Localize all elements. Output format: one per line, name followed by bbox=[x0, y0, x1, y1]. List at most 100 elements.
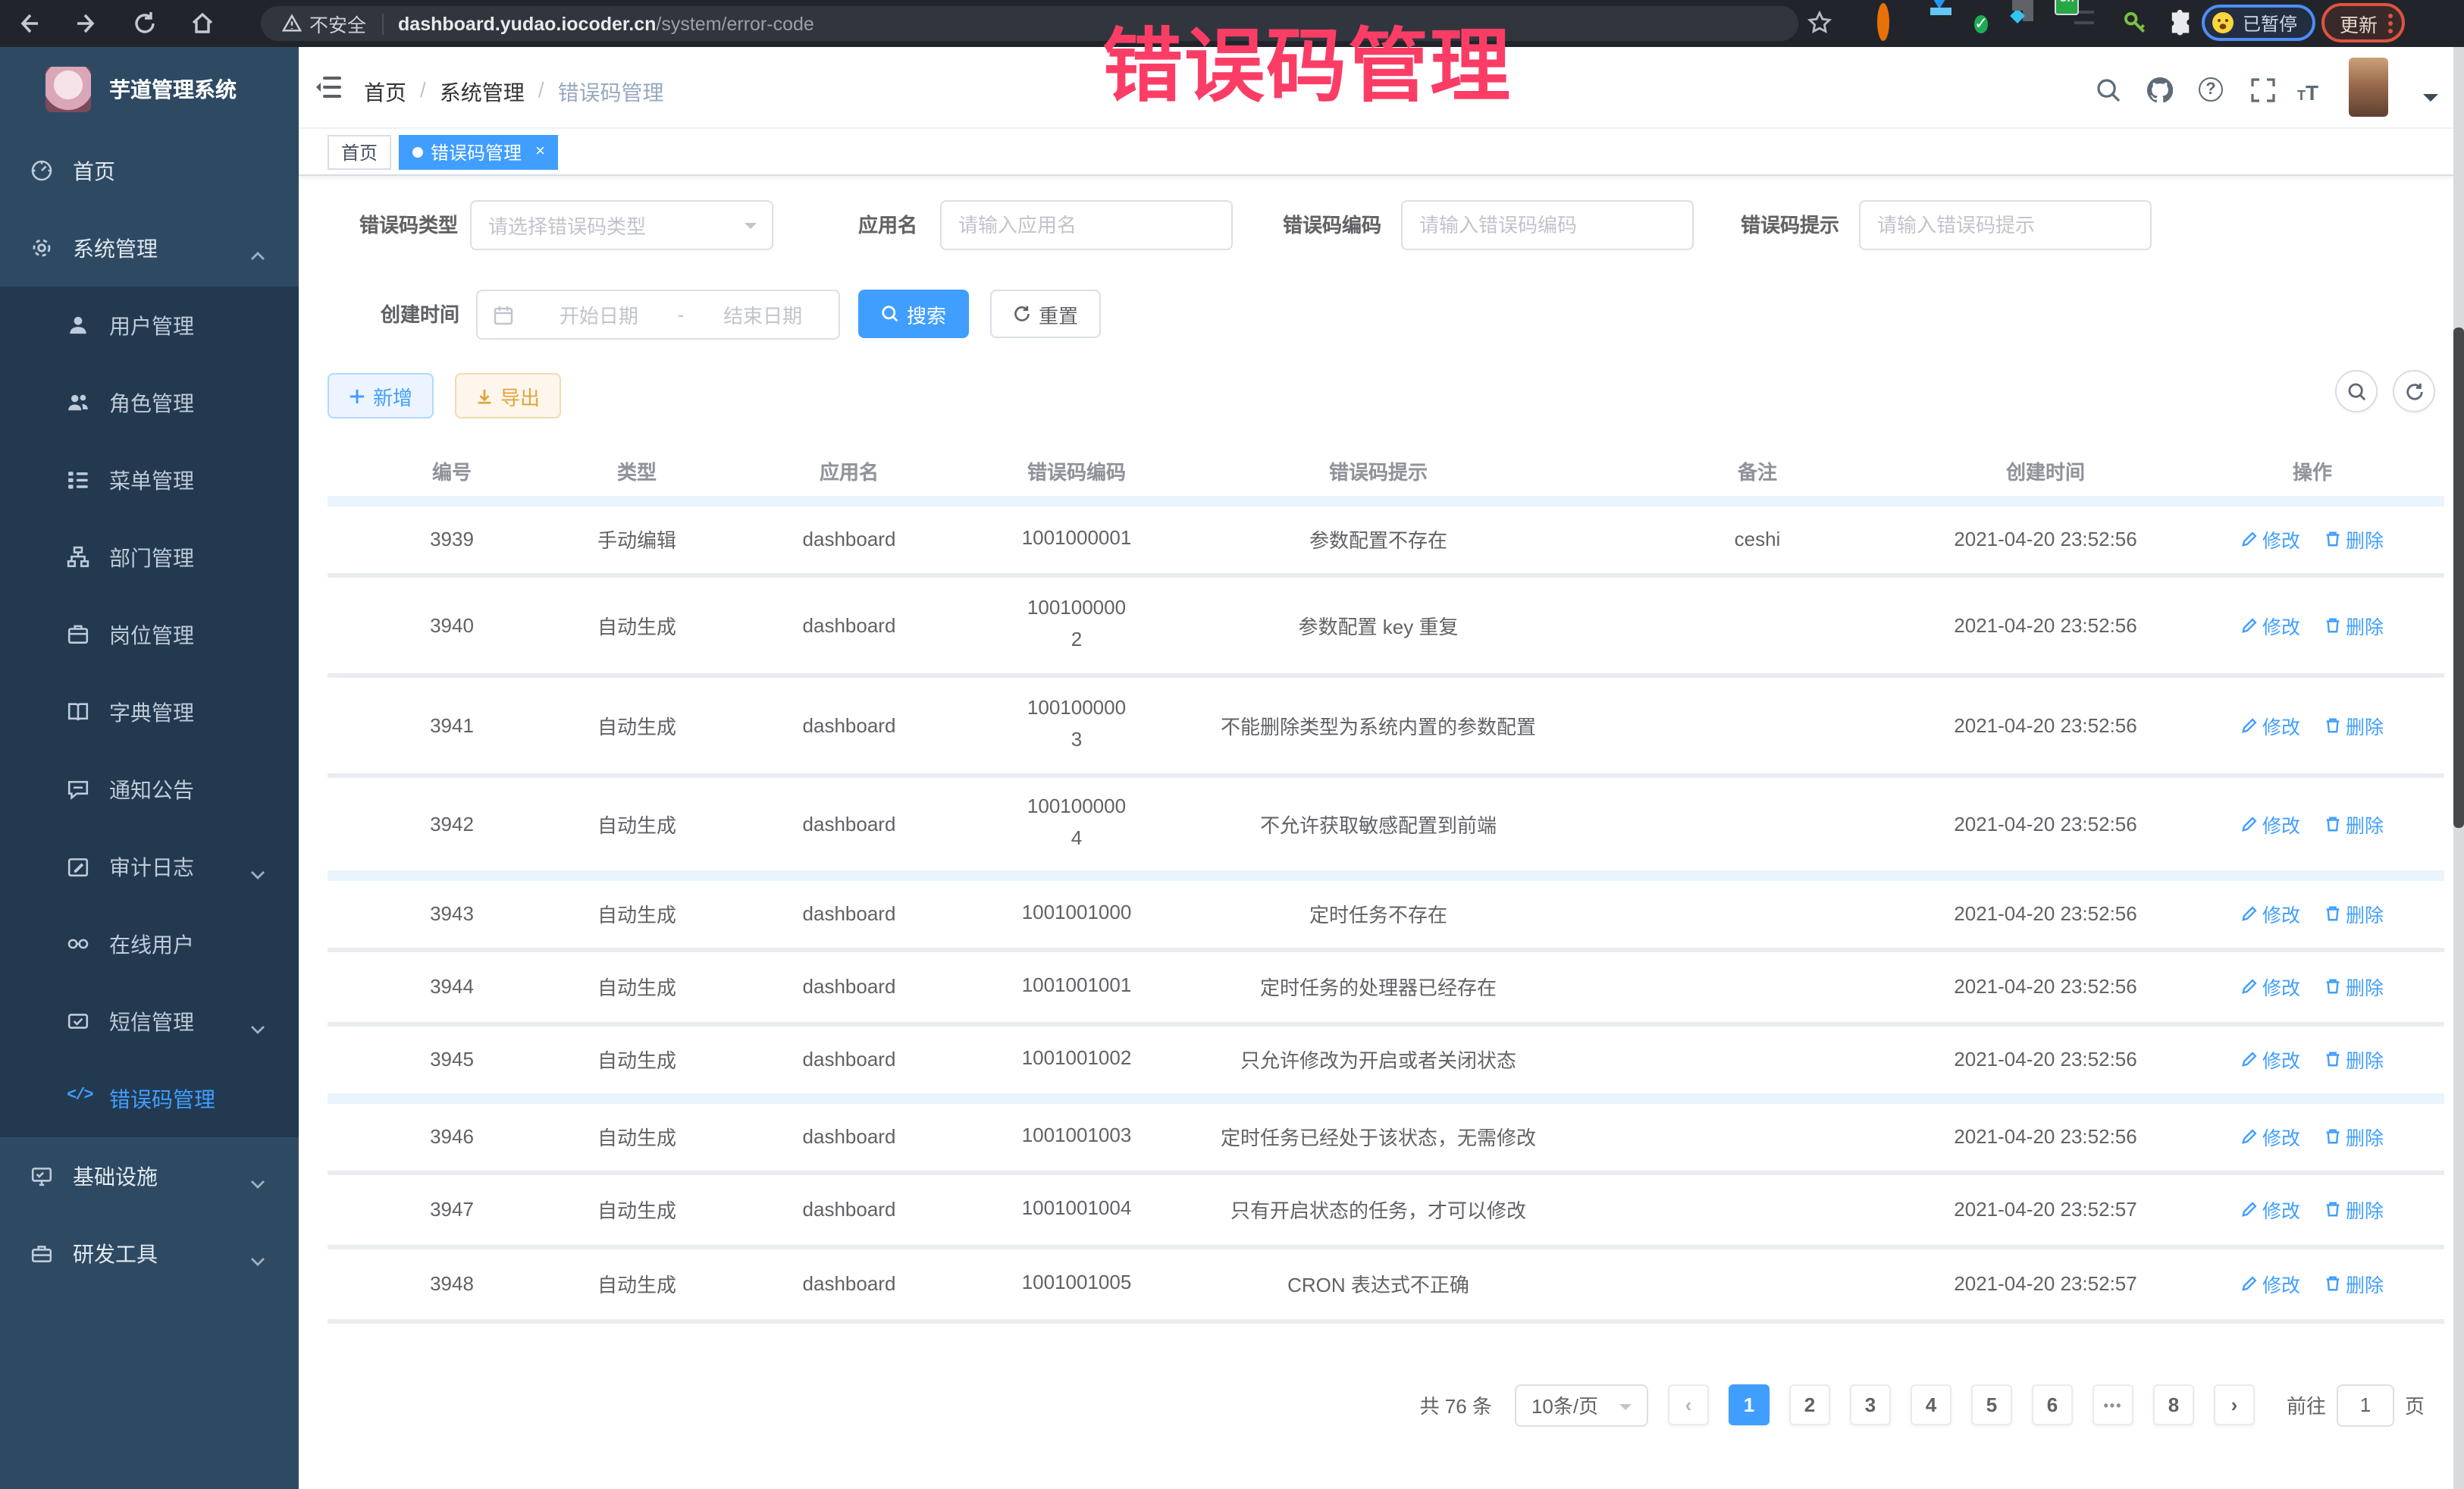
table-row[interactable]: 3942自动生成dashboard100100000 4不允许获取敏感配置到前端… bbox=[328, 775, 2444, 875]
prev-page-button[interactable]: ‹ bbox=[1668, 1384, 1709, 1425]
extension-orange-ring-icon[interactable] bbox=[1877, 9, 1904, 36]
extension-key-icon[interactable] bbox=[2121, 9, 2149, 36]
sidebar-item-sms[interactable]: 短信管理 bbox=[0, 983, 299, 1060]
edit-link[interactable]: 修改 bbox=[2241, 710, 2300, 739]
filter-code-input[interactable] bbox=[1403, 202, 1692, 249]
filter-date-range[interactable]: 开始日期 - 结束日期 bbox=[476, 290, 840, 340]
url-host[interactable]: dashboard.yudao.iocoder.cn bbox=[398, 13, 656, 34]
show-search-toggle-button[interactable] bbox=[2335, 370, 2378, 412]
tag-home[interactable]: 首页 bbox=[328, 134, 391, 169]
extension-grid-icon[interactable] bbox=[2023, 11, 2050, 38]
date-start-placeholder[interactable]: 开始日期 bbox=[523, 300, 675, 329]
next-page-button[interactable]: › bbox=[2214, 1384, 2255, 1425]
sidebar-item-notice[interactable]: 通知公告 bbox=[0, 751, 299, 828]
app-logo-row[interactable]: 芋道管理系统 bbox=[0, 47, 299, 132]
filter-msg-input[interactable] bbox=[1861, 202, 2150, 249]
extensions-puzzle-icon[interactable] bbox=[2167, 9, 2194, 36]
goto-page-input[interactable] bbox=[2337, 1384, 2394, 1426]
table-row[interactable]: 3941自动生成dashboard100100000 3不能删除类型为系统内置的… bbox=[328, 675, 2444, 775]
edit-link[interactable]: 修改 bbox=[2241, 809, 2300, 838]
fullscreen-icon[interactable] bbox=[2250, 77, 2276, 103]
search-button[interactable]: 搜索 bbox=[858, 290, 969, 338]
extension-paused-pill[interactable]: 已暂停 bbox=[2202, 5, 2315, 41]
tag-close-icon[interactable]: × bbox=[535, 143, 545, 161]
url-path[interactable]: /system/error-code bbox=[656, 13, 813, 34]
sidebar-item-system[interactable]: 系统管理 bbox=[0, 209, 299, 287]
page-button-4[interactable]: 4 bbox=[1911, 1384, 1951, 1425]
delete-link[interactable]: 删除 bbox=[2324, 1269, 2384, 1298]
edit-link[interactable]: 修改 bbox=[2241, 1122, 2300, 1151]
extension-green-check-icon[interactable]: ✓ bbox=[1974, 9, 2002, 36]
sidebar-item-posts[interactable]: 岗位管理 bbox=[0, 596, 299, 673]
table-row[interactable]: 3947自动生成dashboard1001001004只有开启状态的任务，才可以… bbox=[328, 1172, 2444, 1246]
sidebar-item-online-users[interactable]: 在线用户 bbox=[0, 905, 299, 983]
edit-link[interactable]: 修改 bbox=[2241, 1195, 2300, 1224]
table-row[interactable]: 3945自动生成dashboard1001001002只允许修改为开启或者关闭状… bbox=[328, 1023, 2444, 1098]
browser-menu-kebab-icon[interactable] bbox=[2388, 13, 2393, 33]
sidebar-item-audit-log[interactable]: 审计日志 bbox=[0, 828, 299, 905]
more-pages-button[interactable]: ••• bbox=[2093, 1384, 2133, 1425]
table-row[interactable]: 3943自动生成dashboard1001001000定时任务不存在2021-0… bbox=[328, 875, 2444, 949]
filter-app-input[interactable] bbox=[942, 202, 1231, 249]
delete-link[interactable]: 删除 bbox=[2324, 899, 2384, 928]
table-row[interactable]: 3948自动生成dashboard1001001005CRON 表达式不正确20… bbox=[328, 1246, 2444, 1321]
filter-type-select[interactable]: 请选择错误码类型 bbox=[470, 200, 773, 250]
page-scrollbar[interactable] bbox=[2453, 47, 2464, 1489]
font-size-icon[interactable]: TT bbox=[2297, 80, 2318, 106]
sidebar-toggle-icon[interactable] bbox=[315, 76, 341, 99]
page-button-1[interactable]: 1 bbox=[1729, 1384, 1770, 1425]
sidebar-item-menus[interactable]: 菜单管理 bbox=[0, 441, 299, 519]
sidebar-item-depts[interactable]: 部门管理 bbox=[0, 519, 299, 596]
sidebar-item-home[interactable]: 首页 bbox=[0, 132, 299, 209]
table-row[interactable]: 3939手动编辑dashboard1001000001参数配置不存在ceshi2… bbox=[328, 500, 2444, 575]
delete-link[interactable]: 删除 bbox=[2324, 809, 2384, 838]
edit-link[interactable]: 修改 bbox=[2241, 899, 2300, 928]
edit-link[interactable]: 修改 bbox=[2241, 1045, 2300, 1074]
breadcrumb-home[interactable]: 首页 bbox=[364, 77, 406, 108]
sidebar-item-infra[interactable]: 基础设施 bbox=[0, 1137, 299, 1215]
delete-link[interactable]: 删除 bbox=[2324, 525, 2384, 553]
page-size-select[interactable]: 10条/页 bbox=[1515, 1384, 1648, 1426]
page-button-6[interactable]: 6 bbox=[2032, 1384, 2073, 1425]
bookmark-star-icon[interactable] bbox=[1807, 11, 1832, 35]
home-icon[interactable] bbox=[190, 11, 215, 36]
delete-link[interactable]: 删除 bbox=[2324, 972, 2384, 1001]
page-button-8[interactable]: 8 bbox=[2153, 1384, 2194, 1425]
header-search-icon[interactable] bbox=[2096, 77, 2121, 103]
browser-update-button[interactable]: 更新 bbox=[2321, 3, 2405, 42]
sidebar-item-users[interactable]: 用户管理 bbox=[0, 287, 299, 364]
reload-icon[interactable] bbox=[132, 11, 158, 36]
add-button[interactable]: 新增 bbox=[328, 373, 434, 418]
forward-icon[interactable] bbox=[74, 11, 100, 36]
extension-on-badge-icon[interactable]: on bbox=[2074, 11, 2102, 38]
reset-button[interactable]: 重置 bbox=[990, 290, 1101, 338]
scrollbar-thumb[interactable] bbox=[2453, 328, 2464, 828]
page-button-5[interactable]: 5 bbox=[1971, 1384, 2012, 1425]
edit-link[interactable]: 修改 bbox=[2241, 1269, 2300, 1298]
sidebar-item-error-code[interactable]: </> 错误码管理 bbox=[0, 1060, 299, 1137]
table-row[interactable]: 3946自动生成dashboard1001001003定时任务已经处于该状态，无… bbox=[328, 1098, 2444, 1172]
user-avatar[interactable] bbox=[2349, 58, 2388, 117]
github-icon[interactable] bbox=[2147, 77, 2173, 103]
delete-link[interactable]: 删除 bbox=[2324, 710, 2384, 739]
edit-link[interactable]: 修改 bbox=[2241, 610, 2300, 639]
help-icon[interactable]: ? bbox=[2199, 77, 2223, 102]
sidebar-item-roles[interactable]: 角色管理 bbox=[0, 364, 299, 441]
security-label[interactable]: 不安全 bbox=[309, 9, 366, 38]
sidebar-item-dev-tools[interactable]: 研发工具 bbox=[0, 1215, 299, 1292]
edit-link[interactable]: 修改 bbox=[2241, 525, 2300, 553]
delete-link[interactable]: 删除 bbox=[2324, 1122, 2384, 1151]
extension-blue-gem-icon[interactable] bbox=[1927, 9, 1955, 36]
delete-link[interactable]: 删除 bbox=[2324, 610, 2384, 639]
export-button[interactable]: 导出 bbox=[455, 373, 561, 418]
sidebar-item-dict[interactable]: 字典管理 bbox=[0, 673, 299, 751]
edit-link[interactable]: 修改 bbox=[2241, 972, 2300, 1001]
table-row[interactable]: 3944自动生成dashboard1001001001定时任务的处理器已经存在2… bbox=[328, 949, 2444, 1023]
tag-error-code[interactable]: 错误码管理 × bbox=[399, 134, 559, 169]
page-button-3[interactable]: 3 bbox=[1850, 1384, 1891, 1425]
back-icon[interactable] bbox=[15, 11, 41, 36]
page-button-2[interactable]: 2 bbox=[1789, 1384, 1830, 1425]
refresh-table-button[interactable] bbox=[2393, 370, 2435, 412]
breadcrumb-system[interactable]: 系统管理 bbox=[440, 77, 525, 108]
delete-link[interactable]: 删除 bbox=[2324, 1045, 2384, 1074]
